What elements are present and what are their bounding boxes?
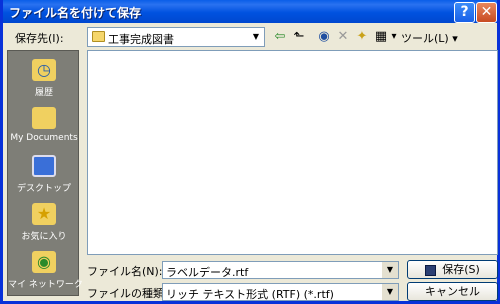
floppy-disk-icon [425, 264, 437, 276]
lookin-value: 工事完成図書 [108, 33, 174, 46]
close-button[interactable]: ✕ [476, 2, 497, 23]
lookin-label: 保存先(I): [15, 32, 64, 45]
title-bar: ファイル名を付けて保存 ? ✕ [3, 0, 497, 23]
save-label: 保存(S) [442, 263, 480, 276]
up-folder-icon[interactable]: ⬑ [290, 27, 308, 47]
filename-input[interactable]: ラベルデータ.rtf ▼ [162, 261, 399, 279]
place-network[interactable]: ◉ マイ ネットワーク [8, 247, 83, 295]
filename-value: ラベルデータ.rtf [166, 266, 249, 279]
place-my-documents[interactable]: My Documents [8, 103, 80, 151]
chevron-down-icon[interactable]: ▼ [248, 28, 264, 46]
places-bar: ◷ 履歴 My Documents デスクトップ ★ お気に入り ◉ マイ ネッ… [7, 50, 83, 296]
help-button[interactable]: ? [454, 2, 475, 23]
views-icon[interactable]: ▦ [373, 27, 389, 47]
place-desktop[interactable]: デスクトップ [8, 151, 80, 199]
lookin-dropdown[interactable]: 工事完成図書 ▼ [87, 27, 265, 47]
cancel-button[interactable]: キャンセル [407, 282, 498, 301]
desktop-icon [32, 155, 56, 177]
window-title: ファイル名を付けて保存 [9, 6, 142, 20]
favorites-icon: ★ [32, 203, 56, 225]
tools-menu[interactable]: ツール(L) ▾ [401, 30, 458, 46]
filetype-value: リッチ テキスト形式 (RTF) (*.rtf) [166, 288, 334, 301]
place-favorites[interactable]: ★ お気に入り [8, 199, 80, 247]
place-label: My Documents [10, 133, 78, 143]
history-icon: ◷ [32, 59, 56, 81]
delete-icon[interactable]: ✕ [334, 27, 352, 47]
save-as-dialog: ファイル名を付けて保存 ? ✕ 保存先(I): 工事完成図書 ▼ ⇦ ⬑ ◉ ✕… [0, 0, 500, 304]
place-label: マイ ネットワーク [8, 280, 83, 290]
place-history[interactable]: ◷ 履歴 [8, 55, 80, 103]
back-icon[interactable]: ⇦ [271, 27, 289, 47]
new-folder-icon[interactable]: ✦ [353, 27, 371, 47]
place-label: デスクトップ [16, 184, 71, 194]
chevron-down-icon[interactable]: ▼ [382, 262, 398, 278]
save-button[interactable]: 保存(S) [407, 260, 498, 279]
filename-label: ファイル名(N): [87, 265, 163, 278]
place-label: お気に入り [21, 232, 67, 242]
chevron-down-icon[interactable]: ▼ [382, 284, 398, 300]
file-list[interactable] [87, 50, 498, 255]
folder-icon [92, 31, 105, 42]
search-web-icon[interactable]: ◉ [315, 27, 333, 47]
network-icon: ◉ [32, 251, 56, 273]
place-label: 履歴 [34, 88, 53, 98]
my-documents-icon [32, 107, 56, 129]
filetype-select[interactable]: リッチ テキスト形式 (RTF) (*.rtf) ▼ [162, 283, 399, 301]
views-dropdown-icon[interactable]: ▾ [389, 27, 399, 47]
